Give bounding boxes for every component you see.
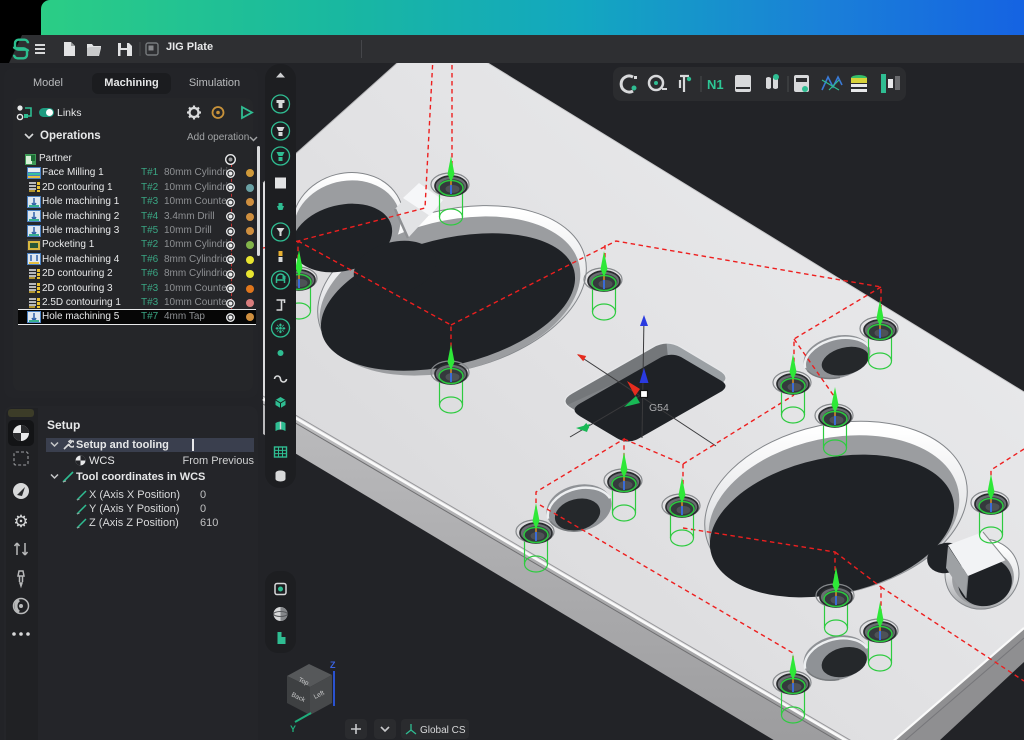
svg-text:❉: ❉: [275, 321, 286, 336]
svg-text:Y: Y: [290, 724, 296, 734]
svg-text:N1: N1: [707, 77, 724, 92]
svg-text:Z: Z: [330, 660, 336, 670]
svg-text:Global CS: Global CS: [420, 725, 466, 736]
svg-text:G54: G54: [649, 402, 669, 414]
svg-text:⚙: ⚙: [13, 512, 28, 531]
